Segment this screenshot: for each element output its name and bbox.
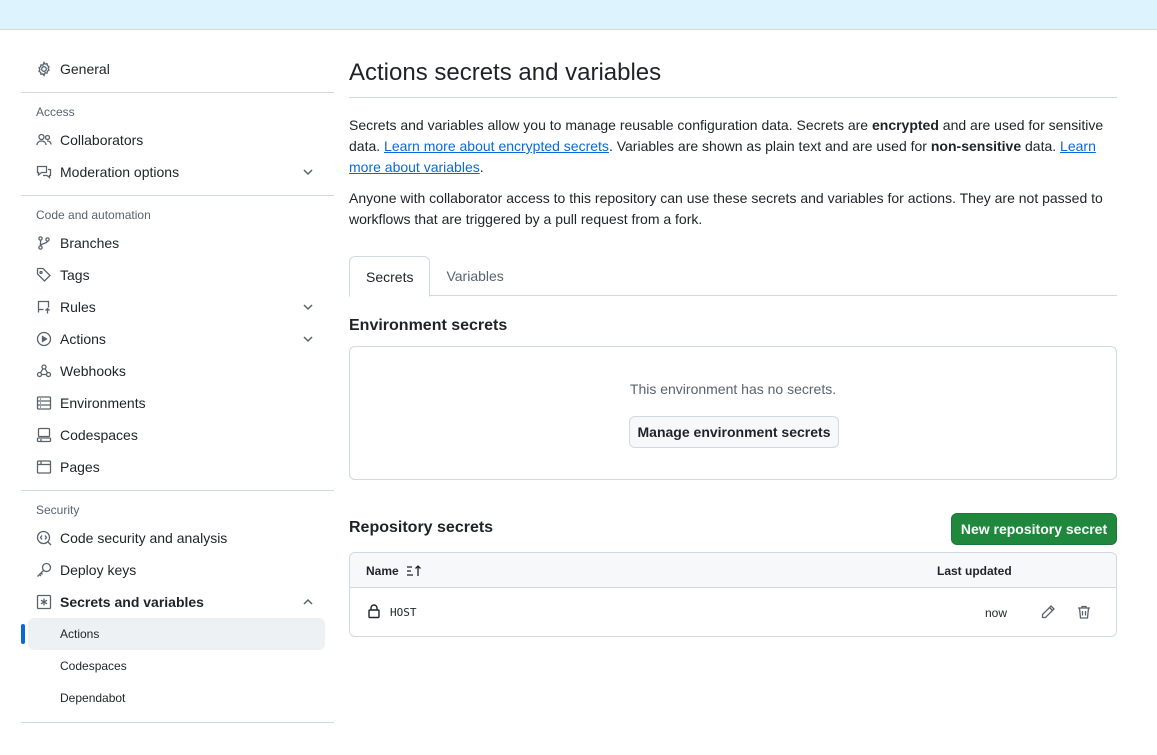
repo-push-icon xyxy=(36,299,52,315)
intro-text: data. xyxy=(1021,138,1061,154)
sidebar-item-branches[interactable]: Branches xyxy=(21,227,334,259)
lock-icon xyxy=(366,603,382,619)
divider xyxy=(21,722,334,723)
intro-emphasis: encrypted xyxy=(871,117,939,133)
sidebar-item-label: Webhooks xyxy=(60,363,126,379)
section-header-access: Access xyxy=(36,105,75,119)
sidebar-item-secrets-variables[interactable]: Secrets and variables xyxy=(21,586,334,618)
table-header: Name Last updated xyxy=(350,553,1116,588)
pencil-icon xyxy=(1040,604,1056,620)
sidebar-item-code-security[interactable]: Code security and analysis xyxy=(21,522,334,554)
webhook-icon xyxy=(36,363,52,379)
sidebar-subitem-label: Actions xyxy=(60,627,100,641)
page-title: Actions secrets and variables xyxy=(349,59,662,86)
people-icon xyxy=(36,132,52,148)
settings-sidebar: General Access Collaborators Moderation … xyxy=(21,53,334,723)
table-row: HOST now xyxy=(350,588,1116,636)
sort-asc-icon xyxy=(406,564,422,578)
comment-discussion-icon xyxy=(36,164,52,180)
git-branch-icon xyxy=(36,235,52,251)
delete-secret-button[interactable] xyxy=(1074,602,1094,622)
sidebar-item-environments[interactable]: Environments xyxy=(21,387,334,419)
tag-icon xyxy=(36,267,52,283)
divider xyxy=(21,92,334,93)
chevron-down-icon[interactable] xyxy=(300,164,316,180)
repository-secrets-heading: Repository secrets xyxy=(349,519,494,536)
sidebar-item-general[interactable]: General xyxy=(21,53,334,85)
chevron-up-icon[interactable] xyxy=(300,594,316,610)
sidebar-item-label: Code security and analysis xyxy=(60,530,228,546)
browser-icon xyxy=(36,459,52,475)
sort-by-name[interactable]: Name xyxy=(366,564,422,578)
sidebar-item-collaborators[interactable]: Collaborators xyxy=(21,124,334,156)
intro-paragraph: Secrets and variables allow you to manag… xyxy=(349,115,1117,178)
sidebar-item-label: Collaborators xyxy=(60,132,144,148)
learn-more-secrets-link[interactable]: Learn more about encrypted secrets xyxy=(384,138,609,154)
secret-name: HOST xyxy=(390,606,417,619)
tab-secrets[interactable]: Secrets xyxy=(349,256,431,297)
intro-text: . xyxy=(479,159,484,175)
column-header-name: Name xyxy=(366,564,399,578)
new-repository-secret-button[interactable]: New repository secret xyxy=(951,513,1117,545)
sidebar-item-webhooks[interactable]: Webhooks xyxy=(21,355,334,387)
sidebar-item-label: Rules xyxy=(60,299,96,315)
gear-icon xyxy=(36,61,52,77)
manage-environment-secrets-button[interactable]: Manage environment secrets xyxy=(629,416,839,448)
sidebar-item-moderation[interactable]: Moderation options xyxy=(21,156,334,188)
server-icon xyxy=(36,395,52,411)
codespaces-icon xyxy=(36,427,52,443)
sidebar-item-label: Environments xyxy=(60,395,146,411)
sidebar-item-actions[interactable]: Actions xyxy=(21,323,334,355)
codescan-icon xyxy=(36,530,52,546)
sidebar-item-label: Moderation options xyxy=(60,164,180,180)
active-indicator xyxy=(21,624,25,644)
divider xyxy=(21,195,334,196)
play-icon xyxy=(36,331,52,347)
sidebar-subitem-dependabot[interactable]: Dependabot xyxy=(21,682,334,714)
sidebar-item-label: General xyxy=(60,61,110,77)
sidebar-subitem-actions[interactable]: Actions xyxy=(21,618,325,650)
sidebar-subitem-label: Codespaces xyxy=(60,659,127,673)
section-header-code-automation: Code and automation xyxy=(36,208,151,222)
divider xyxy=(349,97,1117,98)
key-icon xyxy=(36,562,52,578)
sidebar-item-deploy-keys[interactable]: Deploy keys xyxy=(21,554,334,586)
environment-secrets-box: This environment has no secrets. Manage … xyxy=(349,346,1117,480)
tab-variables[interactable]: Variables xyxy=(430,256,519,296)
intro-emphasis: non-sensitive xyxy=(930,138,1022,154)
sidebar-item-label: Deploy keys xyxy=(60,562,137,578)
sidebar-subitem-label: Dependabot xyxy=(60,691,126,705)
intro-text: . Variables are shown as plain text and … xyxy=(608,138,931,154)
edit-secret-button[interactable] xyxy=(1038,602,1058,622)
sidebar-item-label: Actions xyxy=(60,331,106,347)
sidebar-item-label: Tags xyxy=(60,267,90,283)
main-content: Actions secrets and variables Secrets an… xyxy=(349,53,1117,637)
sidebar-subitem-codespaces[interactable]: Codespaces xyxy=(21,650,334,682)
intro-text: Secrets and variables allow you to manag… xyxy=(349,117,872,133)
environment-secrets-heading: Environment secrets xyxy=(349,317,508,334)
repository-secrets-header: Repository secrets New repository secret xyxy=(349,513,1117,545)
empty-state-text: This environment has no secrets. xyxy=(629,381,837,397)
tab-bar: Secrets Variables xyxy=(349,256,1117,297)
trash-icon xyxy=(1076,604,1092,620)
repository-secrets-table: Name Last updated HOST now xyxy=(349,552,1117,637)
chevron-down-icon[interactable] xyxy=(300,299,316,315)
sidebar-item-label: Branches xyxy=(60,235,120,251)
divider xyxy=(21,490,334,491)
secret-last-updated: now xyxy=(985,606,1008,620)
top-banner xyxy=(0,0,1157,30)
column-header-last-updated: Last updated xyxy=(937,564,1012,578)
access-note: Anyone with collaborator access to this … xyxy=(349,190,1103,227)
chevron-down-icon[interactable] xyxy=(300,331,316,347)
asterisk-icon xyxy=(36,594,52,610)
sidebar-item-rules[interactable]: Rules xyxy=(21,291,334,323)
section-header-security: Security xyxy=(36,503,80,517)
sidebar-item-codespaces[interactable]: Codespaces xyxy=(21,419,334,451)
sidebar-item-label: Secrets and variables xyxy=(60,594,204,610)
sidebar-item-pages[interactable]: Pages xyxy=(21,451,334,483)
sidebar-item-label: Codespaces xyxy=(60,427,138,443)
sidebar-item-tags[interactable]: Tags xyxy=(21,259,334,291)
sidebar-item-label: Pages xyxy=(60,459,100,475)
